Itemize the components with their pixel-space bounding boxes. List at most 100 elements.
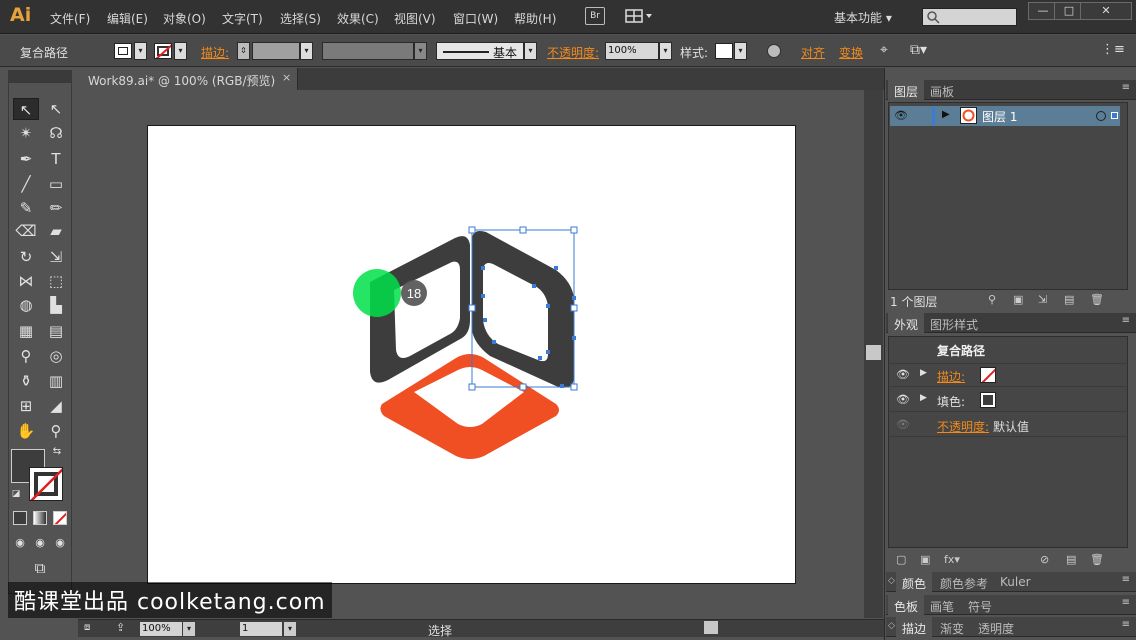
eye-icon[interactable]: 👁: [896, 368, 910, 381]
opacity-label[interactable]: 不透明度:: [547, 44, 599, 61]
zoom-tool-icon[interactable]: ⚲: [43, 420, 69, 442]
none-mode-icon[interactable]: [53, 511, 67, 525]
search-input[interactable]: [922, 8, 1017, 26]
bridge-button[interactable]: Br: [585, 7, 605, 25]
perspective-grid-icon[interactable]: ▙: [43, 294, 69, 316]
panel-menu-icon[interactable]: ≡: [1122, 82, 1130, 93]
expand-triangle-icon[interactable]: ▶: [942, 109, 950, 120]
slice-tool-icon[interactable]: ◢: [43, 395, 69, 417]
direct-selection-tool-icon[interactable]: ↖: [43, 98, 69, 120]
tab-kuler[interactable]: Kuler: [994, 572, 1037, 592]
free-transform-icon[interactable]: ⬚: [43, 270, 69, 292]
artwork[interactable]: 18: [147, 125, 796, 584]
gradient-tool-icon[interactable]: ▤: [43, 320, 69, 342]
symbol-sprayer-icon[interactable]: ⚱: [13, 370, 39, 392]
scale-tool-icon[interactable]: ⇲: [43, 246, 69, 268]
menu-object[interactable]: 对象(O): [163, 10, 206, 27]
menu-view[interactable]: 视图(V): [394, 10, 436, 27]
eraser-icon[interactable]: ▰: [43, 220, 69, 242]
tab-stroke[interactable]: 描边: [896, 617, 933, 637]
draw-normal-icon[interactable]: ◉: [11, 535, 29, 551]
menu-effect[interactable]: 效果(C): [337, 10, 379, 27]
mesh-tool-icon[interactable]: ▦: [13, 320, 39, 342]
status-tool-label[interactable]: 选择: [428, 622, 452, 639]
opacity-input[interactable]: 100%: [605, 42, 659, 60]
hand-tool-icon[interactable]: ✋: [13, 420, 39, 442]
brush-definition[interactable]: 基本: [436, 42, 524, 60]
zoom-input[interactable]: 100%: [140, 622, 182, 636]
eye-icon[interactable]: 👁: [896, 393, 910, 406]
draw-behind-icon[interactable]: ◉: [31, 535, 49, 551]
expand-triangle-icon[interactable]: ▶: [920, 368, 927, 378]
artboard-number-input[interactable]: 1: [240, 622, 282, 636]
appearance-fill-swatch[interactable]: [980, 392, 996, 408]
clear-appearance-icon[interactable]: ⊘: [1040, 553, 1049, 566]
tools-panel-header[interactable]: [8, 70, 72, 82]
swap-colors-icon[interactable]: ⇆: [49, 445, 65, 459]
selection-indicator[interactable]: [1111, 112, 1118, 119]
line-tool-icon[interactable]: ╱: [13, 173, 39, 195]
share-icon[interactable]: ⇪: [116, 621, 125, 634]
rotate-tool-icon[interactable]: ↻: [13, 246, 39, 268]
tab-layers[interactable]: 图层: [888, 80, 925, 100]
menu-select[interactable]: 选择(S): [280, 10, 321, 27]
menu-edit[interactable]: 编辑(E): [107, 10, 148, 27]
clipping-mask-icon[interactable]: ▣: [1013, 293, 1023, 306]
close-button[interactable]: ✕: [1080, 2, 1132, 20]
expand-triangle-icon[interactable]: ▶: [920, 393, 927, 403]
width-tool-icon[interactable]: ⋈: [13, 270, 39, 292]
shape-builder-icon[interactable]: ◍: [13, 294, 39, 316]
tab-color-guide[interactable]: 颜色参考: [934, 572, 994, 592]
default-colors-icon[interactable]: ◪: [9, 487, 23, 501]
vertical-scroll-thumb[interactable]: [866, 345, 881, 360]
fill-dropdown[interactable]: ▾: [134, 42, 147, 60]
zoom-dropdown[interactable]: ▾: [183, 622, 195, 636]
tab-color[interactable]: 颜色: [896, 572, 933, 592]
eyedropper-icon[interactable]: ⚲: [13, 345, 39, 367]
pencil-icon[interactable]: ✏: [43, 197, 69, 219]
tab-swatches[interactable]: 色板: [888, 595, 925, 615]
graph-tool-icon[interactable]: ▥: [43, 370, 69, 392]
add-new-fill-icon[interactable]: ▣: [920, 553, 930, 566]
stroke-color-swatch[interactable]: [29, 467, 63, 501]
blend-tool-icon[interactable]: ◎: [43, 345, 69, 367]
artboard-dropdown[interactable]: ▾: [284, 622, 296, 636]
tab-symbols[interactable]: 符号: [962, 595, 998, 615]
target-icon[interactable]: [1096, 111, 1106, 121]
panel-menu-icon[interactable]: ≡: [1122, 574, 1130, 585]
artboard-nav-icon[interactable]: ⧈: [84, 622, 90, 633]
artboard-tool-icon[interactable]: ⊞: [13, 395, 39, 417]
locate-object-icon[interactable]: ⚲: [988, 293, 996, 306]
magic-wand-icon[interactable]: ✴: [13, 122, 39, 144]
tab-graphic-styles[interactable]: 图形样式: [924, 313, 984, 333]
menu-window[interactable]: 窗口(W): [453, 10, 498, 27]
draw-inside-icon[interactable]: ◉: [51, 535, 69, 551]
arrange-documents-button[interactable]: [624, 8, 654, 24]
brush-dropdown[interactable]: ▾: [524, 42, 537, 60]
tab-gradient[interactable]: 渐变: [934, 617, 970, 637]
graphic-style-swatch[interactable]: [715, 43, 733, 59]
panel-menu-icon[interactable]: ≡: [1122, 597, 1130, 608]
trash-icon[interactable]: 🗑: [1090, 293, 1104, 306]
add-new-effect-icon[interactable]: fx▾: [944, 553, 960, 566]
screen-mode-icon[interactable]: ⧉: [27, 557, 53, 579]
menu-help[interactable]: 帮助(H): [514, 10, 556, 27]
eye-icon[interactable]: 👁: [896, 418, 910, 431]
pen-tool-icon[interactable]: ✒: [13, 148, 39, 170]
stroke-weight-stepper[interactable]: ⇕: [237, 42, 250, 60]
stroke-weight-dropdown[interactable]: ▾: [300, 42, 313, 60]
isolate-icon[interactable]: ⌖: [880, 42, 888, 58]
graphic-style-dropdown[interactable]: ▾: [734, 42, 747, 60]
opacity-link[interactable]: 不透明度:: [937, 418, 989, 435]
variable-width-dropdown[interactable]: ▾: [414, 42, 427, 60]
workspace-switcher[interactable]: 基本功能 ▾: [834, 9, 892, 26]
stroke-weight-input[interactable]: [252, 42, 300, 60]
blob-brush-icon[interactable]: ⌫: [13, 220, 39, 242]
trash-icon[interactable]: 🗑: [1090, 553, 1104, 566]
new-layer-icon[interactable]: ▤: [1064, 293, 1074, 306]
close-icon[interactable]: ×: [282, 71, 291, 84]
fill-swatch[interactable]: [114, 43, 132, 59]
selection-tool-icon[interactable]: ↖: [13, 98, 39, 120]
recolor-artwork-icon[interactable]: [767, 44, 781, 58]
tab-brushes[interactable]: 画笔: [924, 595, 960, 615]
